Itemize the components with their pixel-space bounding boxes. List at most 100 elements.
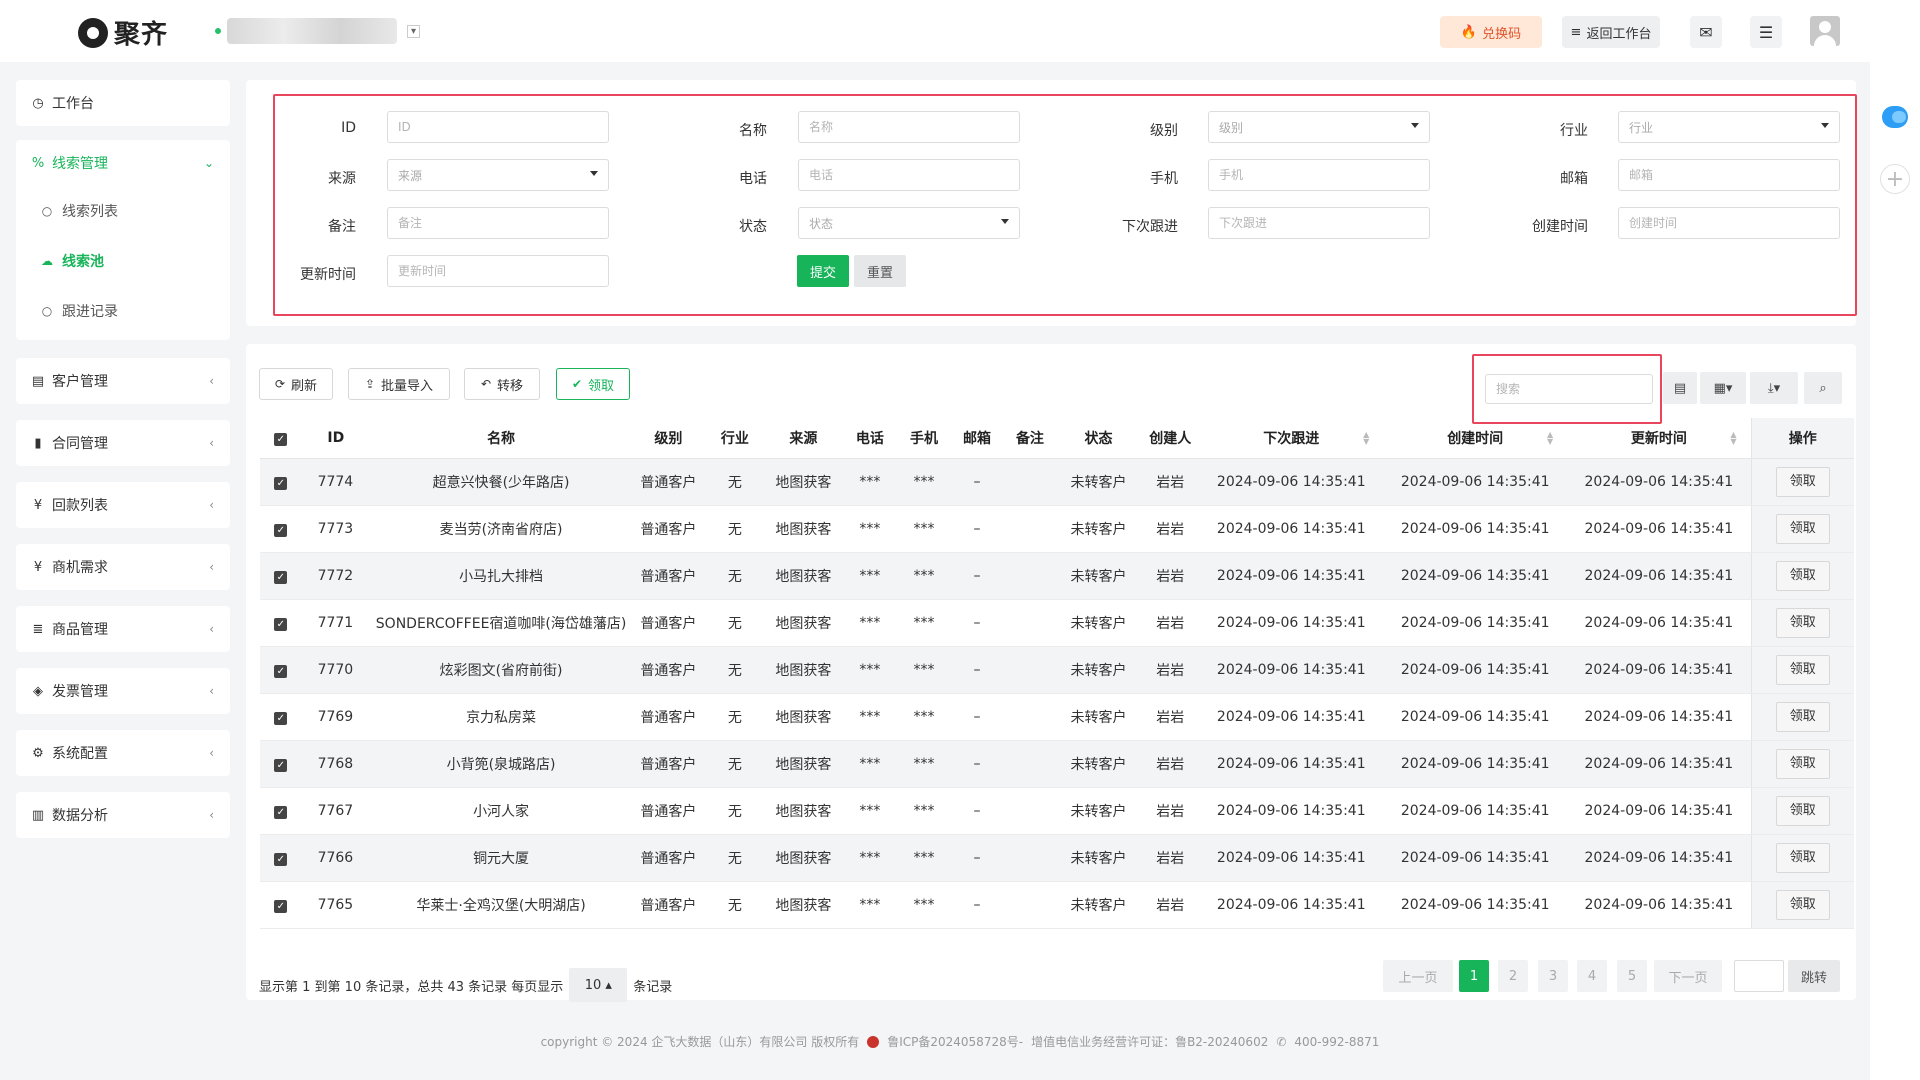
sidebar-item-system-config[interactable]: ⚙ 系统配置 ‹ xyxy=(16,730,230,776)
search-button[interactable]: ⌕ xyxy=(1804,372,1842,404)
checkbox-checked-icon[interactable]: ✓ xyxy=(274,899,288,913)
row-claim-button[interactable]: 领取 xyxy=(1775,889,1830,920)
next-page-button[interactable]: 下一页 xyxy=(1654,960,1722,992)
sidebar-item-payments[interactable]: ¥ 回款列表 ‹ xyxy=(16,482,230,528)
jump-page-input[interactable] xyxy=(1734,960,1784,992)
column-header-created[interactable]: 创建时间 ▲ ▼ xyxy=(1383,418,1568,459)
footer-icp-link[interactable]: 鲁ICP备2024058728号- xyxy=(887,1033,1023,1050)
checkbox-checked-icon[interactable]: ✓ xyxy=(274,805,288,819)
column-header-mobile[interactable]: 手机 xyxy=(897,418,950,459)
brand-logo[interactable]: 聚齐 xyxy=(78,14,168,51)
row-checkbox-cell[interactable]: ✓ xyxy=(260,787,302,835)
refresh-button[interactable]: ⟳ 刷新 xyxy=(259,368,333,400)
mail-icon[interactable]: ✉ xyxy=(1690,16,1722,48)
checkbox-checked-icon[interactable]: ✓ xyxy=(274,432,288,446)
sidebar-item-lead-management[interactable]: % 线索管理 ⌄ xyxy=(16,140,230,186)
checkbox-checked-icon[interactable]: ✓ xyxy=(274,758,288,772)
filter-note-input[interactable] xyxy=(398,216,608,230)
filter-updated-field[interactable] xyxy=(387,255,609,287)
filter-created-input[interactable] xyxy=(1629,216,1839,230)
select-all-checkbox[interactable]: ✓ xyxy=(260,418,302,459)
column-header-note[interactable]: 备注 xyxy=(1003,418,1056,459)
checkbox-checked-icon[interactable]: ✓ xyxy=(274,476,288,490)
menu-icon[interactable]: ☰ xyxy=(1750,16,1782,48)
row-claim-button[interactable]: 领取 xyxy=(1775,701,1830,732)
filter-email-field[interactable] xyxy=(1618,159,1840,191)
column-header-creator[interactable]: 创建人 xyxy=(1141,418,1200,459)
column-header-next-follow[interactable]: 下次跟进 ▲ ▼ xyxy=(1199,418,1384,459)
filter-mobile-field[interactable] xyxy=(1208,159,1430,191)
row-checkbox-cell[interactable]: ✓ xyxy=(260,458,302,506)
checkbox-checked-icon[interactable]: ✓ xyxy=(274,852,288,866)
table-search-input[interactable] xyxy=(1496,382,1652,396)
table-row[interactable]: ✓ 7769 京力私房菜 普通客户无地图获客 *** *** – 未转客户 岩岩 2024-09-… xyxy=(260,693,1854,741)
filter-next-follow-input[interactable] xyxy=(1219,216,1429,230)
column-header-industry[interactable]: 行业 xyxy=(704,418,765,459)
chevron-down-icon[interactable]: ▾ xyxy=(407,24,421,38)
submit-button[interactable]: 提交 xyxy=(797,255,849,287)
checkbox-checked-icon[interactable]: ✓ xyxy=(274,523,288,537)
filter-industry-select[interactable]: 行业 xyxy=(1618,111,1840,143)
filter-mobile-input[interactable] xyxy=(1219,168,1429,182)
row-checkbox-cell[interactable]: ✓ xyxy=(260,834,302,882)
toggle-view-button[interactable]: ▤ xyxy=(1663,372,1697,404)
sidebar-item-customers[interactable]: ▤ 客户管理 ‹ xyxy=(16,358,230,404)
filter-source-select[interactable]: 来源 xyxy=(387,159,609,191)
jump-button[interactable]: 跳转 xyxy=(1788,960,1840,992)
transfer-button[interactable]: ↶ 转移 xyxy=(464,368,540,400)
sidebar-item-invoices[interactable]: ◈ 发票管理 ‹ xyxy=(16,668,230,714)
avatar[interactable] xyxy=(1810,16,1840,46)
column-header-email[interactable]: 邮箱 xyxy=(949,418,1004,459)
exchange-code-button[interactable]: 🔥 兑换码 xyxy=(1440,16,1542,48)
column-header-name[interactable]: 名称 xyxy=(370,418,632,459)
column-header-phone[interactable]: 电话 xyxy=(841,418,898,459)
column-header-level[interactable]: 级别 xyxy=(631,418,705,459)
row-claim-button[interactable]: 领取 xyxy=(1775,748,1830,779)
page-4-button[interactable]: 4 xyxy=(1577,960,1607,992)
plus-icon[interactable]: + xyxy=(1880,164,1910,194)
column-header-updated[interactable]: 更新时间 ▲ ▼ xyxy=(1567,418,1752,459)
return-workbench-button[interactable]: ≡ 返回工作台 xyxy=(1562,16,1660,48)
table-row[interactable]: ✓ 7772 小马扎大排档 普通客户无地图获客 *** *** – 未转客户 岩岩 2024-09… xyxy=(260,552,1854,600)
table-row[interactable]: ✓ 7770 炫彩图文(省府前街) 普通客户无地图获客 *** *** – 未转客户 岩岩 202… xyxy=(260,646,1854,694)
chat-icon[interactable] xyxy=(1882,106,1908,128)
sort-icon[interactable]: ▲ ▼ xyxy=(1363,431,1369,446)
page-2-button[interactable]: 2 xyxy=(1498,960,1528,992)
sidebar-item-analytics[interactable]: ▥ 数据分析 ‹ xyxy=(16,792,230,838)
table-row[interactable]: ✓ 7773 麦当劳(济南省府店) 普通客户无地图获客 *** *** – 未转客户 岩岩 202… xyxy=(260,505,1854,553)
sort-icon[interactable]: ▲ ▼ xyxy=(1730,431,1736,446)
row-claim-button[interactable]: 领取 xyxy=(1775,842,1830,873)
table-row[interactable]: ✓ 7768 小背篼(泉城路店) 普通客户无地图获客 *** *** – 未转客户 岩岩 2024… xyxy=(260,740,1854,788)
sidebar-subitem-follow-records[interactable]: ○ 跟进记录 xyxy=(16,286,230,336)
sidebar-subitem-lead-list[interactable]: ○ 线索列表 xyxy=(16,186,230,236)
table-row[interactable]: ✓ 7774 超意兴快餐(少年路店) 普通客户无地图获客 *** *** – 未转客户 岩岩 20… xyxy=(260,458,1854,506)
filter-note-field[interactable] xyxy=(387,207,609,239)
column-header-status[interactable]: 状态 xyxy=(1055,418,1142,459)
page-5-button[interactable]: 5 xyxy=(1617,960,1647,992)
row-checkbox-cell[interactable]: ✓ xyxy=(260,693,302,741)
claim-button[interactable]: ✔ 领取 xyxy=(556,368,630,400)
sidebar-item-opportunities[interactable]: ¥ 商机需求 ‹ xyxy=(16,544,230,590)
export-button[interactable]: ⤓▾ xyxy=(1750,372,1798,404)
table-row[interactable]: ✓ 7767 小河人家 普通客户无地图获客 *** *** – 未转客户 岩岩 2024-09-0… xyxy=(260,787,1854,835)
sidebar-subitem-lead-pool[interactable]: ☁ 线索池 xyxy=(16,236,230,286)
checkbox-checked-icon[interactable]: ✓ xyxy=(274,570,288,584)
reset-button[interactable]: 重置 xyxy=(854,255,906,287)
sidebar-item-workbench[interactable]: ◷ 工作台 xyxy=(16,80,230,126)
row-checkbox-cell[interactable]: ✓ xyxy=(260,740,302,788)
page-size-select[interactable]: 10 ▴ xyxy=(569,968,628,1002)
filter-next-follow-field[interactable] xyxy=(1208,207,1430,239)
sort-icon[interactable]: ▲ ▼ xyxy=(1547,431,1553,446)
checkbox-checked-icon[interactable]: ✓ xyxy=(274,664,288,678)
checkbox-checked-icon[interactable]: ✓ xyxy=(274,711,288,725)
row-checkbox-cell[interactable]: ✓ xyxy=(260,552,302,600)
org-switcher[interactable]: ▾ xyxy=(215,18,421,44)
filter-name-field[interactable] xyxy=(798,111,1020,143)
row-claim-button[interactable]: 领取 xyxy=(1775,654,1830,685)
row-checkbox-cell[interactable]: ✓ xyxy=(260,599,302,647)
row-checkbox-cell[interactable]: ✓ xyxy=(260,881,302,929)
filter-email-input[interactable] xyxy=(1629,168,1839,182)
filter-level-select[interactable]: 级别 xyxy=(1208,111,1430,143)
batch-import-button[interactable]: ⇪ 批量导入 xyxy=(348,368,450,400)
prev-page-button[interactable]: 上一页 xyxy=(1383,960,1453,992)
